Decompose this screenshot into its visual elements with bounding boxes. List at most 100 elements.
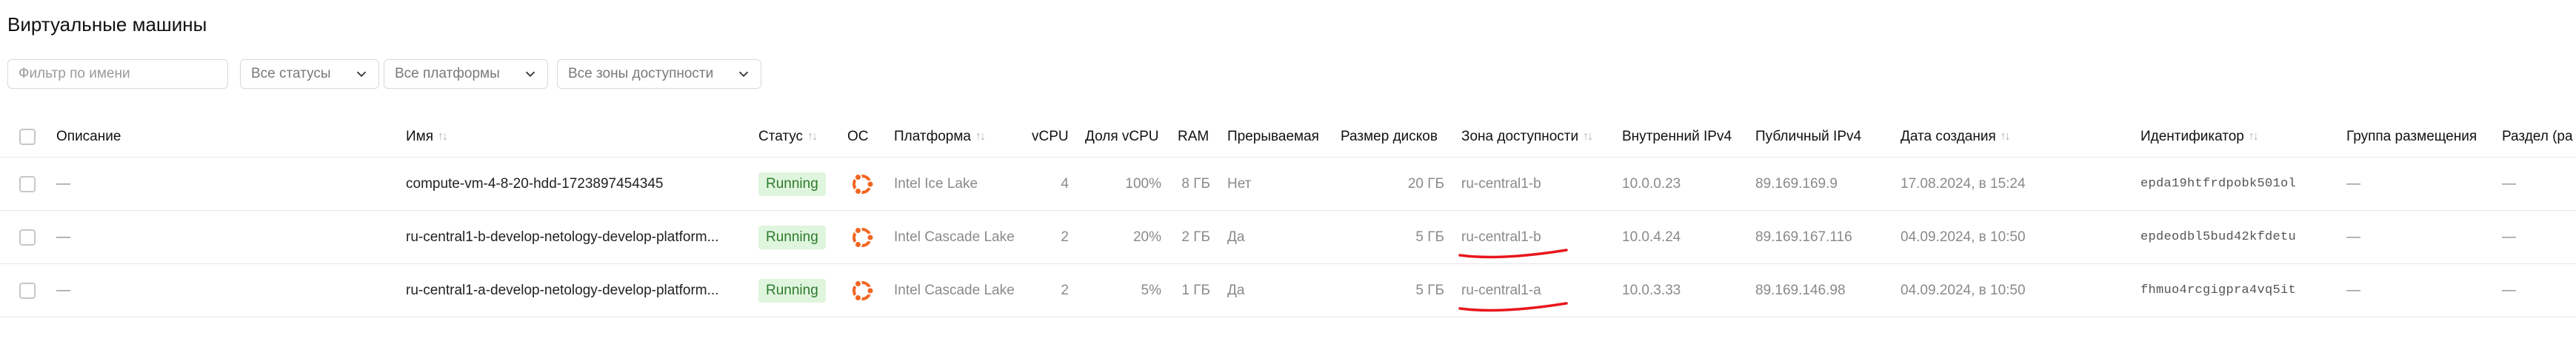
status-badge: Running [758,278,826,303]
platform-cell: Intel Cascade Lake [894,282,1015,298]
zone-cell: ru-central1-b [1461,158,1541,210]
row-select-cell [19,264,36,317]
row-checkbox[interactable] [19,282,36,299]
select-all-cell [19,116,36,157]
status-cell: Running [758,264,826,317]
ram-cell: 8 ГБ [1181,175,1210,192]
table-row[interactable]: — ru-central1-b-develop-netology-develop-… [0,211,2576,264]
preemptible-cell: Нет [1227,175,1252,192]
vm-id-cell: epda19htfrdpobk501ol [2140,177,2297,191]
header-status-label: Статус [758,128,804,144]
zone-filter-value: Все зоны доступности [568,66,714,81]
name-filter-field[interactable] [7,59,228,89]
os-cell [847,158,877,210]
vcpu-share-cell: 20% [1132,229,1161,245]
preemptible-cell: Да [1227,229,1245,245]
public-ipv4-cell: 89.169.169.9 [1755,175,1838,192]
placement-group-cell: — [2346,175,2360,192]
sort-icon: ↑↓ [975,129,986,143]
status-cell: Running [758,211,826,263]
status-badge: Running [758,225,826,249]
vm-table: Описание Имя ↑↓ Статус ↑↓ ОС Платформа ↑↓ v… [0,116,2576,317]
status-cell: Running [758,158,826,210]
header-id[interactable]: Идентификатор ↑↓ [2140,116,2259,157]
header-zone[interactable]: Зона доступности ↑↓ [1461,116,1593,157]
ubuntu-icon [852,172,875,195]
sort-icon: ↑↓ [1583,129,1593,143]
ubuntu-icon [852,279,875,302]
status-filter-select[interactable]: Все статусы [240,59,379,89]
header-placement-group: Группа размещения [2346,128,2477,144]
header-public-ipv4: Публичный IPv4 [1755,128,1862,144]
header-name[interactable]: Имя ↑↓ [406,116,448,157]
public-ipv4-cell: 89.169.167.116 [1755,229,1852,245]
ubuntu-icon [852,226,875,249]
placement-group-cell: — [2346,229,2360,245]
chevron-down-icon [738,71,749,78]
created-cell: 04.09.2024, в 10:50 [1901,229,2026,245]
select-all-checkbox[interactable] [19,128,36,145]
internal-ipv4-cell: 10.0.0.23 [1622,175,1681,192]
zone-filter-select[interactable]: Все зоны доступности [557,59,761,89]
status-filter-value: Все статусы [251,66,331,81]
table-row[interactable]: — ru-central1-a-develop-netology-develop-… [0,264,2576,317]
header-platform-label: Платформа [894,128,971,144]
description-cell: — [56,175,70,192]
vm-id-cell: epdeodbl5bud42kfdetu [2140,230,2297,244]
vcpu-share-cell: 5% [1141,282,1161,298]
internal-ipv4-cell: 10.0.3.33 [1622,282,1681,298]
header-name-label: Имя [406,128,434,144]
header-internal-ipv4: Внутренний IPv4 [1622,128,1732,144]
header-preemptible: Прерываемая [1227,128,1319,144]
public-ipv4-cell: 89.169.146.98 [1755,282,1846,298]
table-row[interactable]: — compute-vm-4-8-20-hdd-1723897454345 Runn… [0,158,2576,211]
chevron-down-icon [525,71,535,78]
header-platform[interactable]: Платформа ↑↓ [894,116,986,157]
header-zone-label: Зона доступности [1461,128,1579,144]
chevron-down-icon [356,71,367,78]
partition-cell: — [2502,282,2516,298]
sort-icon: ↑↓ [2248,129,2259,143]
zone-value: ru-central1-a [1461,282,1541,298]
header-status[interactable]: Статус ↑↓ [758,116,818,157]
platform-filter-select[interactable]: Все платформы [384,59,548,89]
zone-value: ru-central1-b [1461,229,1541,245]
sort-icon: ↑↓ [438,129,448,143]
header-created-label: Дата создания [1901,128,1996,144]
description-cell: — [56,229,70,245]
ram-cell: 2 ГБ [1181,229,1210,245]
header-created[interactable]: Дата создания ↑↓ [1901,116,2011,157]
row-checkbox[interactable] [19,175,36,192]
header-partition: Раздел (ра [2502,128,2573,144]
vm-id-cell: fhmuo4rcgigpra4vq5it [2140,283,2297,297]
row-select-cell [19,211,36,263]
vm-name-link[interactable]: ru-central1-b-develop-netology-develop-p… [406,211,718,263]
vm-name-link[interactable]: ru-central1-a-develop-netology-develop-p… [406,264,718,317]
vcpu-cell: 4 [1061,175,1069,192]
preemptible-cell: Да [1227,282,1245,298]
partition-cell: — [2502,229,2516,245]
vcpu-cell: 2 [1061,229,1069,245]
zone-value: ru-central1-b [1461,175,1541,192]
created-cell: 17.08.2024, в 15:24 [1901,175,2026,192]
vm-name-link[interactable]: compute-vm-4-8-20-hdd-1723897454345 [406,158,664,210]
sort-icon: ↑↓ [807,129,818,143]
header-ram: RAM [1178,128,1209,144]
vcpu-cell: 2 [1061,282,1069,298]
row-checkbox[interactable] [19,229,36,246]
partition-cell: — [2502,175,2516,192]
platform-filter-value: Все платформы [395,66,500,81]
zone-cell: ru-central1-a [1458,264,1568,317]
os-cell [847,264,877,317]
header-disk-size: Размер дисков [1341,128,1438,144]
annotation-underline [1458,301,1568,311]
placement-group-cell: — [2346,282,2360,298]
header-vcpu: vCPU [1032,128,1069,144]
header-vcpu-share: Доля vCPU [1085,128,1159,144]
disk-size-cell: 20 ГБ [1407,175,1444,192]
os-cell [847,211,877,263]
row-select-cell [19,158,36,210]
sort-icon: ↑↓ [2000,129,2011,143]
platform-cell: Intel Ice Lake [894,175,978,192]
name-filter-input[interactable] [8,60,227,88]
